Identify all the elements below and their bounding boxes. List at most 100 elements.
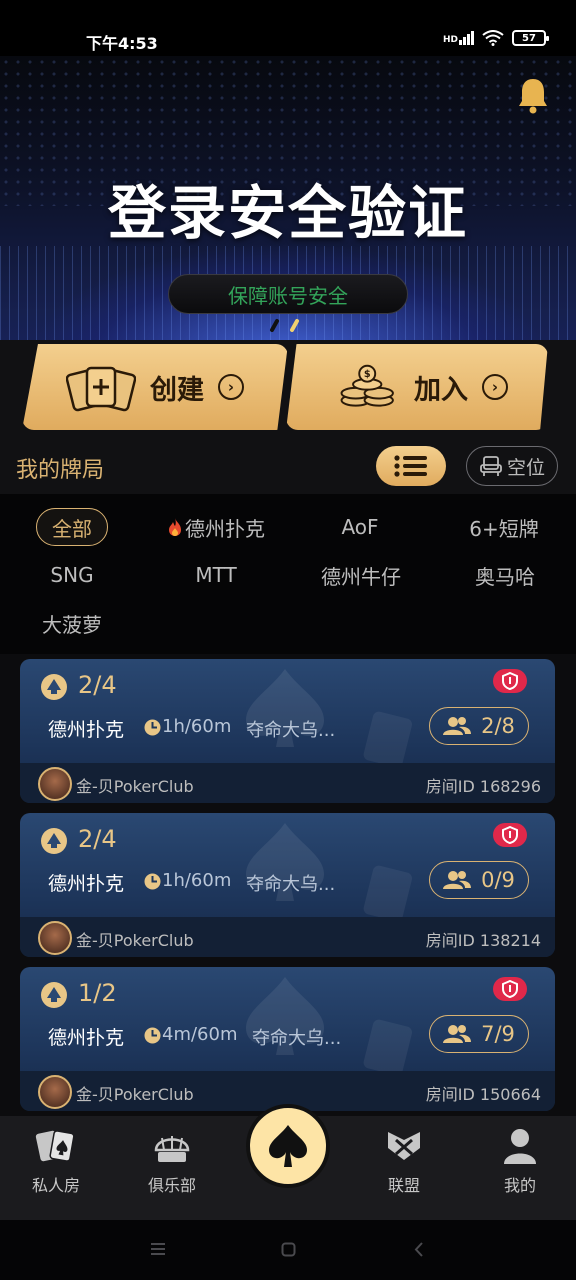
nav-profile-label: 我的	[503, 1176, 536, 1195]
blinds-icon	[41, 674, 67, 700]
club-name: 金-贝PokerClub	[76, 777, 194, 796]
blinds-value: 1/2	[78, 979, 117, 1007]
room-id: 房间ID 138214	[426, 927, 541, 951]
my-games-title: 我的牌局	[16, 458, 105, 483]
filter-texas-cowboy[interactable]: 德州牛仔	[306, 556, 416, 594]
chevron-right-icon: ›	[482, 374, 508, 400]
my-games-header: 我的牌局 空位	[0, 436, 576, 494]
battery-level: 57	[522, 32, 536, 44]
player-count: 7/9	[429, 1015, 529, 1053]
vacant-seat-toggle[interactable]: 空位	[466, 446, 558, 486]
blinds-icon	[41, 982, 67, 1008]
duration: 1h/60m	[162, 870, 232, 891]
room-info: 2/4 德州扑克 1h/60m 夺命大乌... 2/8	[20, 659, 555, 763]
room-footer: 金-贝PokerClub 房间ID 138214	[20, 917, 555, 957]
room-name: 夺命大乌...	[246, 720, 336, 741]
game-type: 德州扑克	[48, 873, 125, 895]
menu-icon[interactable]	[150, 1242, 166, 1256]
avatar	[38, 767, 72, 801]
filter-texas-holdem[interactable]: 德州扑克	[156, 508, 276, 546]
vacant-label: 空位	[506, 456, 545, 479]
room-id: 房间ID 168296	[426, 773, 541, 797]
spade-icon	[269, 1125, 307, 1167]
nav-private-room[interactable]: 私人房	[6, 1126, 106, 1196]
seat-icon	[480, 456, 502, 476]
alliance-icon	[388, 1132, 420, 1160]
list-view-toggle[interactable]	[376, 446, 446, 486]
player-count: 2/8	[429, 707, 529, 745]
avatar	[38, 921, 72, 955]
private-room-icon	[35, 1130, 75, 1162]
filter-pineapple[interactable]: 大菠萝	[28, 604, 116, 642]
player-count-value: 0/9	[481, 868, 515, 892]
player-count: 0/9	[429, 861, 529, 899]
status-icons: HD 57	[443, 30, 549, 46]
room-card[interactable]: 2/4 德州扑克 1h/60m 夺命大乌... 2/8 金-贝PokerClub…	[20, 659, 555, 803]
room-info: 1/2 德州扑克 4m/60m 夺命大乌... 7/9	[20, 967, 555, 1071]
banner-decoration	[270, 319, 299, 332]
players-icon	[443, 1025, 472, 1043]
create-label: 创建	[150, 374, 204, 406]
filter-omaha[interactable]: 奥马哈	[460, 556, 550, 594]
players-icon	[443, 871, 472, 889]
filter-all[interactable]: 全部	[36, 508, 108, 546]
game-type: 德州扑克	[48, 1027, 125, 1049]
nav-club-label: 俱乐部	[147, 1176, 196, 1195]
club-name: 金-贝PokerClub	[76, 1085, 194, 1104]
banner-title: 登录安全验证	[107, 179, 468, 247]
battery-icon: 57	[512, 30, 549, 46]
nav-lobby-button[interactable]	[246, 1104, 330, 1188]
room-name: 夺命大乌...	[246, 874, 336, 895]
clock-icon	[144, 719, 161, 736]
system-navigation	[0, 1220, 576, 1280]
action-bar: 创建 › $ 加入 ›	[0, 340, 576, 436]
nav-alliance[interactable]: 联盟	[354, 1126, 454, 1196]
room-footer: 金-贝PokerClub 房间ID 168296	[20, 763, 555, 803]
create-cards-icon	[66, 366, 136, 412]
filter-sng[interactable]: SNG	[32, 556, 112, 594]
status-time: 下午4:53	[86, 34, 158, 53]
list-icon	[394, 455, 427, 477]
room-id-label: 房间ID	[425, 777, 475, 796]
filter-aof[interactable]: AoF	[320, 508, 400, 546]
game-type-filters: 全部 德州扑克 AoF 6+短牌 SNG MTT 德州牛仔 奥马哈 大菠萝	[0, 494, 576, 654]
nav-profile[interactable]: 我的	[470, 1126, 570, 1196]
shield-icon	[493, 823, 527, 847]
club-icon	[154, 1136, 190, 1162]
svg-text:$: $	[364, 369, 371, 380]
bottom-navigation: 私人房 俱乐部 联盟 我的	[0, 1104, 576, 1220]
home-icon[interactable]	[281, 1242, 296, 1257]
room-card[interactable]: 2/4 德州扑克 1h/60m 夺命大乌... 0/9 金-贝PokerClub…	[20, 813, 555, 957]
room-id-value: 150664	[479, 1085, 541, 1104]
bell-icon[interactable]	[516, 76, 550, 114]
shield-icon	[493, 669, 527, 693]
back-icon[interactable]	[414, 1242, 424, 1257]
nav-private-room-label: 私人房	[31, 1176, 80, 1195]
filter-texas-holdem-label: 德州扑克	[185, 516, 265, 541]
filter-mtt[interactable]: MTT	[176, 556, 256, 594]
room-card[interactable]: 1/2 德州扑克 4m/60m 夺命大乌... 7/9 金-贝PokerClub…	[20, 967, 555, 1111]
room-id-value: 168296	[479, 777, 541, 796]
duration: 1h/60m	[162, 716, 232, 737]
game-type: 德州扑克	[48, 719, 125, 741]
blinds-value: 2/4	[78, 825, 117, 853]
club-name: 金-贝PokerClub	[76, 931, 194, 950]
room-id: 房间ID 150664	[426, 1081, 541, 1105]
wifi-icon	[482, 30, 504, 46]
join-label: 加入	[414, 374, 468, 406]
room-id-label: 房间ID	[425, 1085, 475, 1104]
room-info: 2/4 德州扑克 1h/60m 夺命大乌... 0/9	[20, 813, 555, 917]
nav-alliance-label: 联盟	[387, 1176, 420, 1195]
banner-subtitle-pill: 保障账号安全	[168, 274, 408, 314]
player-count-value: 7/9	[481, 1022, 515, 1046]
chevron-right-icon: ›	[218, 374, 244, 400]
shield-icon	[493, 977, 527, 1001]
clock-icon	[144, 1027, 161, 1044]
nav-club[interactable]: 俱乐部	[122, 1126, 222, 1196]
join-button[interactable]: $ 加入 ›	[286, 344, 548, 430]
filter-short-deck[interactable]: 6+短牌	[456, 508, 552, 546]
room-id-label: 房间ID	[425, 931, 475, 950]
blinds-icon	[41, 828, 67, 854]
fire-icon	[169, 518, 181, 536]
create-button[interactable]: 创建 ›	[22, 344, 288, 430]
